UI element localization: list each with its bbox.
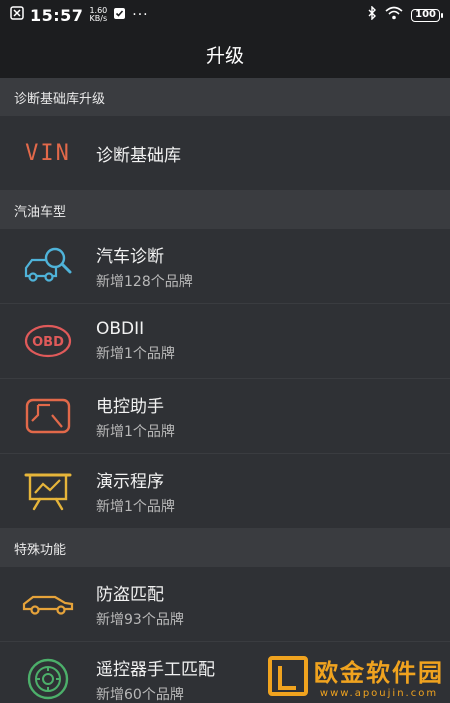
list-item-title: 诊断基础库 (96, 145, 181, 166)
ecu-board-icon (0, 379, 96, 453)
remote-control-icon (0, 642, 96, 703)
watermark-logo-icon (268, 656, 308, 696)
obd-icon: OBD (0, 304, 96, 378)
battery-indicator: 100 (411, 8, 443, 22)
list-item-demo[interactable]: 演示程序 新增1个品牌 (0, 454, 450, 529)
presentation-board-icon (0, 454, 96, 528)
section-header-gasoline: 汽油车型 (0, 191, 450, 229)
list-item-subtitle: 新增128个品牌 (96, 273, 193, 290)
wifi-icon (385, 6, 403, 24)
section-header-special: 特殊功能 (0, 529, 450, 567)
list-item-car-diagnosis[interactable]: 汽车诊断 新增128个品牌 (0, 229, 450, 304)
list-item-title: OBDII (96, 319, 145, 339)
network-speed: 1.60 KB/s (89, 7, 107, 23)
list-item-subtitle: 新增1个品牌 (96, 423, 175, 440)
vin-icon-label: VIN (25, 140, 71, 166)
list-item-diagnostic-base[interactable]: VIN 诊断基础库 (0, 116, 450, 191)
list-item-title: 电控助手 (96, 396, 164, 417)
list-item-title: 演示程序 (96, 471, 164, 492)
watermark-url: www.apoujin.com (319, 688, 439, 699)
bluetooth-icon (367, 5, 377, 24)
list-item-obdii[interactable]: OBD OBDII 新增1个品牌 (0, 304, 450, 379)
list-item-subtitle: 新增60个品牌 (96, 686, 184, 703)
watermark-title: 欧金软件园 (314, 659, 444, 687)
list-item-subtitle: 新增1个品牌 (96, 498, 175, 515)
list-item-subtitle: 新增93个品牌 (96, 611, 184, 628)
list-item-immobilizer[interactable]: 防盗匹配 新增93个品牌 (0, 567, 450, 642)
vin-icon: VIN (0, 116, 96, 190)
list-item-ecu-assistant[interactable]: 电控助手 新增1个品牌 (0, 379, 450, 454)
list-item-title: 汽车诊断 (96, 246, 164, 267)
page-title: 升级 (205, 44, 244, 67)
notification-icon (10, 6, 24, 24)
network-speed-unit: KB/s (89, 14, 108, 23)
status-bar: 15:57 1.60 KB/s ··· 100 (0, 0, 450, 30)
list-item-title: 遥控器手工匹配 (96, 659, 215, 680)
list-item-subtitle: 新增1个品牌 (96, 346, 175, 362)
status-time: 15:57 (30, 5, 84, 25)
clipboard-check-icon (113, 6, 126, 24)
obd-icon-label: OBD (32, 335, 64, 350)
app-bar: 升级 (0, 30, 450, 78)
section-header-base: 诊断基础库升级 (0, 78, 450, 116)
car-magnifier-icon (0, 229, 96, 303)
watermark: 欧金软件园 www.apoujin.com (268, 653, 444, 699)
list-item-title: 防盗匹配 (96, 584, 164, 605)
more-dots: ··· (132, 7, 149, 23)
upgrade-list: 诊断基础库升级 VIN 诊断基础库 汽油车型 汽车诊断 新增128个品牌 OBD… (0, 78, 450, 703)
car-key-icon (0, 567, 96, 641)
